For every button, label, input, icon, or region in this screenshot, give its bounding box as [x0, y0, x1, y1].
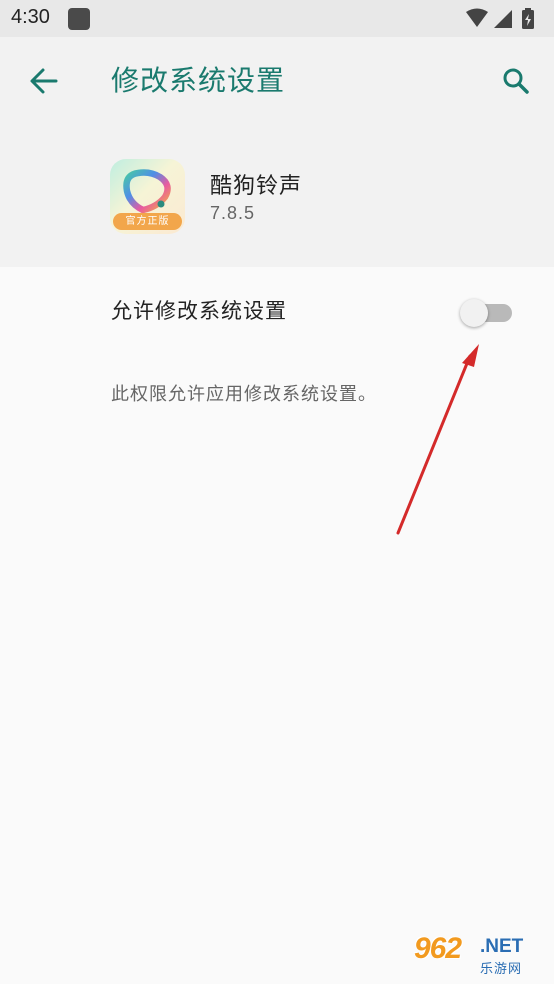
- watermark-domain: .NET: [480, 936, 524, 957]
- setting-summary: 此权限允许应用修改系统设置。: [111, 384, 377, 405]
- page-title: 修改系统设置: [111, 64, 286, 97]
- app-bar: 修改系统设置 官方正版 酷狗铃声 7.8.5: [0, 37, 554, 267]
- back-button[interactable]: [24, 61, 64, 101]
- search-icon: [503, 68, 529, 94]
- status-icons: [466, 8, 534, 29]
- status-bar: 4:30: [0, 0, 554, 37]
- allow-modify-settings-toggle[interactable]: [458, 295, 516, 329]
- watermark-brand: 962: [414, 932, 462, 965]
- app-icon: 官方正版: [110, 159, 185, 234]
- battery-charging-icon: [522, 8, 534, 29]
- app-name: 酷狗铃声: [210, 174, 303, 199]
- watermark: 962 .NET 乐游网: [414, 932, 546, 978]
- arrow-left-icon: [30, 68, 58, 94]
- app-icon-badge: 官方正版: [113, 213, 182, 230]
- wifi-icon: [466, 8, 488, 27]
- settings-content: 允许修改系统设置 此权限允许应用修改系统设置。: [0, 267, 554, 984]
- app-version: 7.8.5: [210, 203, 256, 223]
- cell-signal-icon: [494, 10, 512, 28]
- toggle-thumb: [460, 299, 488, 327]
- status-time: 4:30: [11, 6, 50, 28]
- search-button[interactable]: [496, 61, 536, 101]
- watermark-subtitle: 乐游网: [480, 962, 523, 977]
- allow-modify-settings-label[interactable]: 允许修改系统设置: [111, 295, 287, 325]
- notification-icon: [68, 8, 90, 30]
